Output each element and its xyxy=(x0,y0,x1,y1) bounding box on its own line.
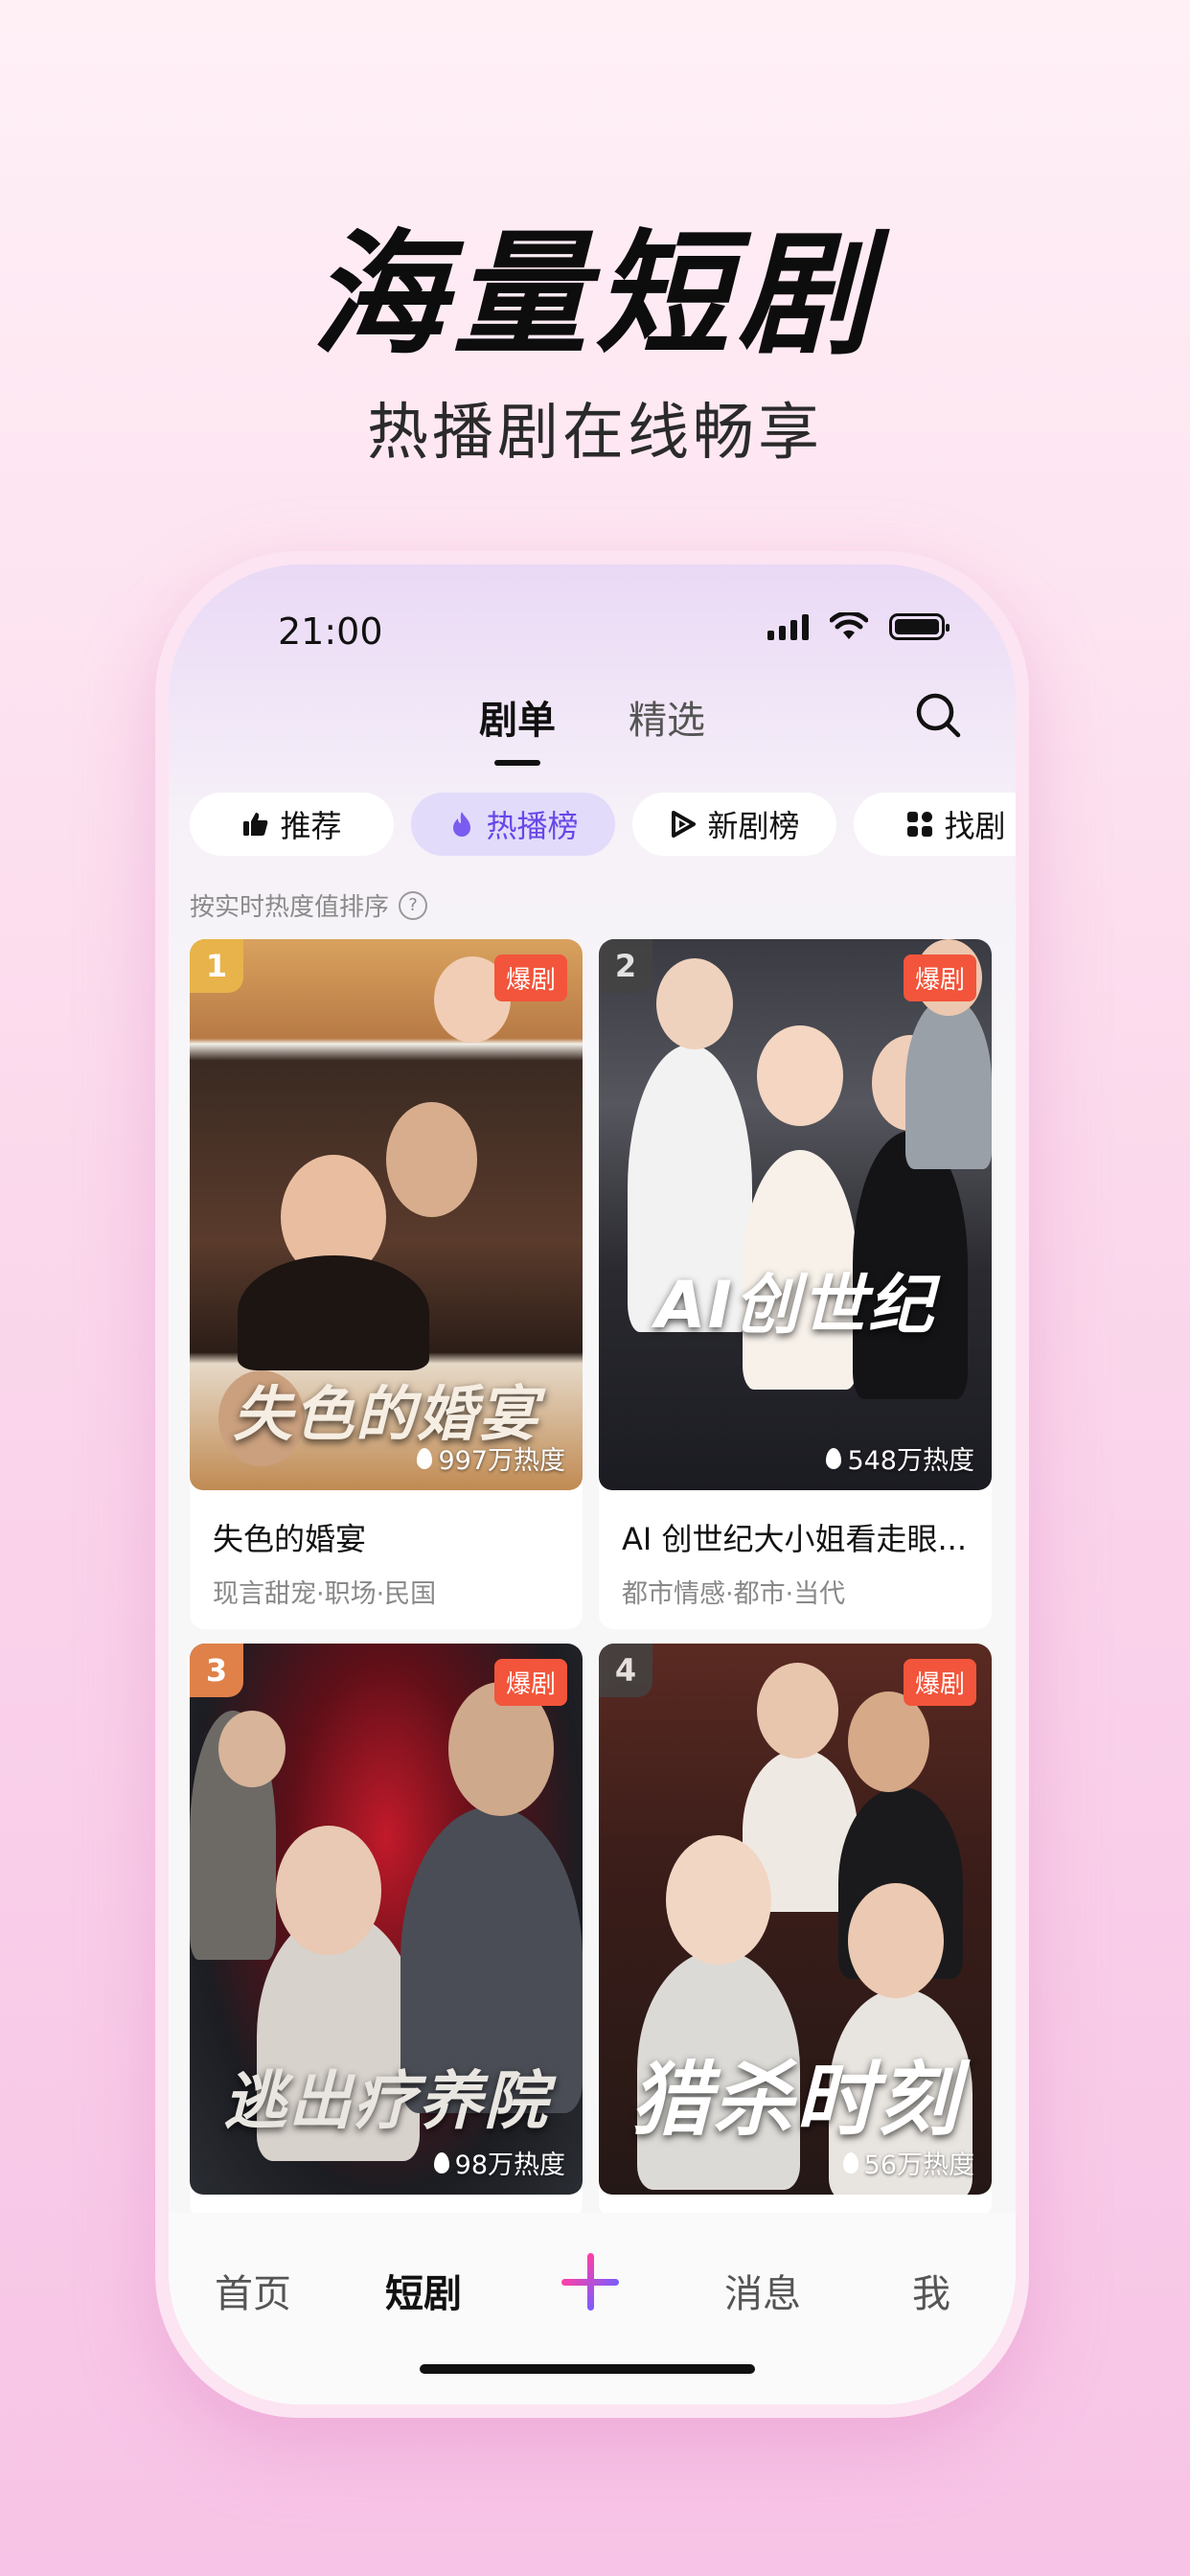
promo-headline: 海量短剧 xyxy=(310,218,879,374)
heat-count: 56万热度 xyxy=(842,2144,974,2181)
status-icons xyxy=(767,612,950,641)
rank-badge: 2 xyxy=(599,939,652,993)
heat-count-text: 56万热度 xyxy=(863,2150,974,2180)
drama-card[interactable]: 4 爆剧 猎杀时刻 56万热度 xyxy=(599,1644,992,2219)
phone-screen: 21:00 剧单 精选 推荐 热播榜 新剧榜 找剧 按实时热度值排序 ? 1 爆… xyxy=(169,564,1016,2404)
nav-me[interactable]: 我 xyxy=(912,2263,950,2318)
drama-tags: 现言甜宠·职场·民国 xyxy=(213,1579,437,1609)
promo-subline: 热播剧在线畅享 xyxy=(367,398,823,469)
signal-icon xyxy=(767,613,809,640)
category-chips: 推荐 热播榜 新剧榜 找剧 xyxy=(190,793,1016,856)
nav-short-drama[interactable]: 短剧 xyxy=(385,2263,462,2318)
heat-count: 997万热度 xyxy=(417,1439,565,1477)
bottom-nav: 首页 短剧 消息 我 xyxy=(169,2213,1016,2404)
search-icon[interactable] xyxy=(910,687,968,745)
hot-badge: 爆剧 xyxy=(903,954,976,1001)
drama-title: 失色的婚宴 xyxy=(213,1521,367,1557)
chip-label: 找剧 xyxy=(944,808,1006,844)
chip-find-drama[interactable]: 找剧 xyxy=(854,793,1016,856)
chip-recommend[interactable]: 推荐 xyxy=(190,793,394,856)
status-time: 21:00 xyxy=(278,610,383,653)
sort-hint-text: 按实时热度值排序 xyxy=(190,893,390,922)
hot-badge: 爆剧 xyxy=(493,954,567,1001)
home-indicator xyxy=(420,2364,755,2374)
chip-label: 新剧榜 xyxy=(707,808,800,844)
drama-poster: 2 爆剧 AI创世纪 548万热度 xyxy=(599,939,992,1490)
thumbs-up-icon xyxy=(243,813,268,836)
chip-hot-list[interactable]: 热播榜 xyxy=(411,793,615,856)
heat-count-text: 98万热度 xyxy=(454,2150,565,2180)
sort-hint: 按实时热度值排序 ? xyxy=(190,887,428,923)
nav-home[interactable]: 首页 xyxy=(215,2263,291,2318)
rank-badge: 1 xyxy=(190,939,243,993)
drama-card[interactable]: 1 爆剧 失色的婚宴 997万热度 失色的婚宴 现言甜宠·职场·民国 xyxy=(190,939,583,1629)
play-icon xyxy=(672,811,697,838)
chip-label: 推荐 xyxy=(280,808,342,844)
poster-title: AI创世纪 xyxy=(655,1268,935,1344)
drama-poster: 4 爆剧 猎杀时刻 56万热度 xyxy=(599,1644,992,2195)
wifi-icon xyxy=(830,612,868,639)
heat-count: 548万热度 xyxy=(826,1439,974,1477)
battery-icon xyxy=(889,613,950,640)
heat-count: 98万热度 xyxy=(433,2144,565,2181)
tab-drama-list[interactable]: 剧单 xyxy=(479,689,556,766)
rank-badge: 4 xyxy=(599,1644,652,1697)
top-tabs: 剧单 精选 xyxy=(169,689,1016,766)
flame-icon xyxy=(826,1447,842,1469)
hot-badge: 爆剧 xyxy=(903,1659,976,1706)
drama-card[interactable]: 3 爆剧 逃出疗养院 98万热度 xyxy=(190,1644,583,2219)
tab-featured[interactable]: 精选 xyxy=(629,689,705,745)
help-icon[interactable]: ? xyxy=(399,890,428,920)
poster-title: 逃出疗养院 xyxy=(223,2064,549,2138)
heat-count-text: 997万热度 xyxy=(438,1446,565,1476)
grid-icon xyxy=(907,812,933,837)
drama-tags: 都市情感·都市·当代 xyxy=(622,1579,846,1609)
heat-count-text: 548万热度 xyxy=(847,1446,974,1476)
poster-title: 猎杀时刻 xyxy=(629,2053,960,2147)
create-plus-icon[interactable] xyxy=(561,2253,619,2311)
nav-messages[interactable]: 消息 xyxy=(724,2263,801,2318)
chip-new-list[interactable]: 新剧榜 xyxy=(632,793,836,856)
phone-frame: 21:00 剧单 精选 推荐 热播榜 新剧榜 找剧 按实时热度值排序 ? 1 爆… xyxy=(155,551,1029,2418)
rank-badge: 3 xyxy=(190,1644,243,1697)
drama-title: AI 创世纪大小姐看走眼... xyxy=(622,1521,968,1557)
drama-poster: 1 爆剧 失色的婚宴 997万热度 xyxy=(190,939,583,1490)
flame-icon xyxy=(842,2151,858,2174)
drama-poster: 3 爆剧 逃出疗养院 98万热度 xyxy=(190,1644,583,2195)
flame-icon xyxy=(417,1447,433,1469)
flame-icon xyxy=(453,812,471,837)
drama-card[interactable]: 2 爆剧 AI创世纪 548万热度 AI 创世纪大小姐看走眼... 都市情感·都… xyxy=(599,939,992,1629)
chip-label: 热播榜 xyxy=(486,808,579,844)
hot-badge: 爆剧 xyxy=(493,1659,567,1706)
flame-icon xyxy=(433,2151,449,2174)
